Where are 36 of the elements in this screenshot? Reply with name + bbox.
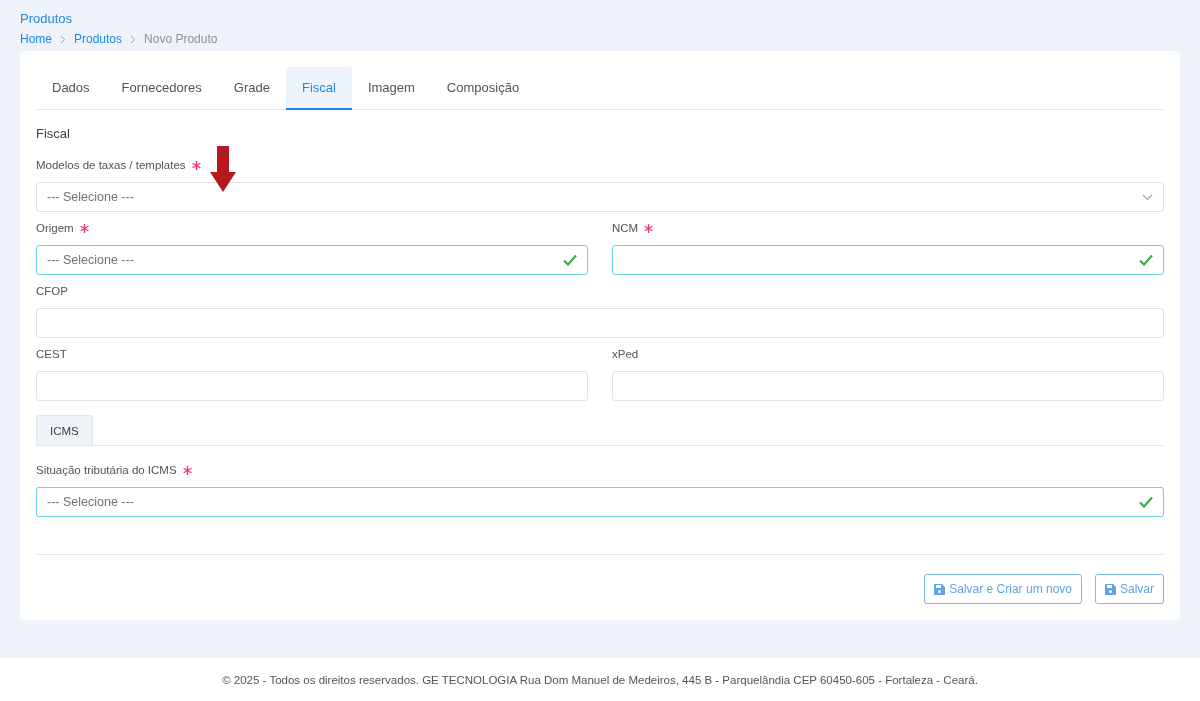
input-field[interactable] <box>36 371 588 401</box>
check-icon <box>1139 254 1153 266</box>
field-label: Modelos de taxas / templates <box>36 159 186 171</box>
chevron-down-icon <box>1142 193 1153 201</box>
tab[interactable]: Fornecedores <box>105 67 218 110</box>
select-field[interactable]: --- Selecione --- <box>36 182 1164 212</box>
breadcrumb-current: Novo Produto <box>144 32 218 46</box>
tab[interactable]: Dados <box>36 67 106 110</box>
check-icon <box>1139 496 1153 508</box>
tab[interactable]: Fiscal <box>285 67 352 110</box>
tab[interactable]: Imagem <box>351 67 431 110</box>
select-field[interactable]: --- Selecione --- <box>36 245 588 275</box>
chevron-right-icon <box>60 34 66 44</box>
save-button[interactable]: Salvar <box>1095 574 1164 604</box>
select-field[interactable]: --- Selecione --- <box>36 487 1164 517</box>
breadcrumb-link[interactable]: Home <box>20 32 52 46</box>
chevron-right-icon <box>130 34 137 44</box>
save-button[interactable]: Salvar e Criar um novo <box>924 574 1082 604</box>
footer-text: © 2025 - Todos os direitos reservados. GE TECNOLOGIA Rua Dom Manuel de Medeiros, 445 B - Parquelândia CEP 60450-605 - Fortaleza - Ceará. <box>0 658 1200 701</box>
input-field[interactable] <box>36 308 1164 338</box>
field-label: Origem <box>36 222 74 234</box>
section-title: Fiscal <box>36 126 71 141</box>
input-field[interactable] <box>612 371 1164 401</box>
tab[interactable]: Composição <box>430 67 536 110</box>
tab[interactable]: Grade <box>217 67 286 110</box>
breadcrumb-link[interactable]: Produtos <box>74 32 123 46</box>
arrow-down-icon <box>210 146 236 192</box>
field-label: CFOP <box>36 285 68 297</box>
input-field[interactable] <box>612 245 1164 275</box>
page-title: Produtos <box>20 11 74 26</box>
check-icon <box>563 254 577 266</box>
field-label: NCM <box>612 222 639 234</box>
tab[interactable]: ICMS <box>36 415 93 445</box>
field-label: CEST <box>36 348 67 360</box>
field-label: xPed <box>612 348 639 360</box>
field-label: Situação tributária do ICMS <box>36 464 177 476</box>
